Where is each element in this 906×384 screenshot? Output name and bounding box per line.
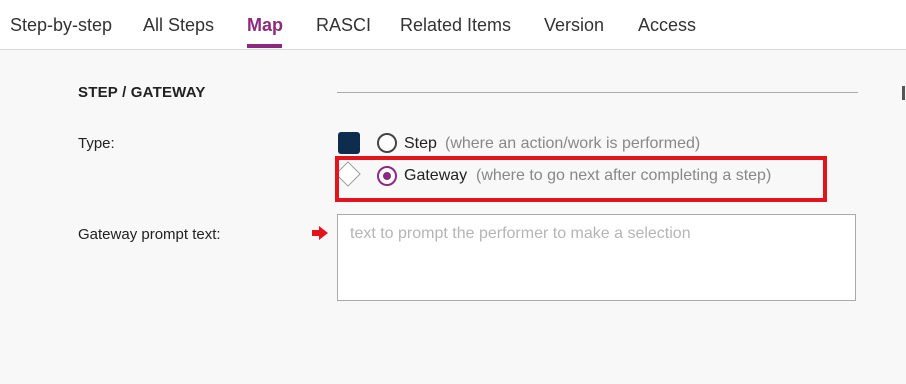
tab-map[interactable]: Map [247, 15, 283, 36]
step-option-hint: (where an action/work is performed) [445, 135, 701, 152]
tab-step-by-step[interactable]: Step-by-step [10, 15, 112, 36]
tab-version[interactable]: Version [544, 15, 604, 36]
step-option-label[interactable]: Step [404, 135, 437, 153]
section-divider [337, 92, 858, 93]
type-label: Type: [78, 135, 115, 152]
tab-access[interactable]: Access [638, 15, 696, 36]
panel-edge-marker [902, 86, 905, 100]
step-radio[interactable] [377, 133, 397, 153]
highlight-annotation-box [335, 156, 827, 202]
tab-rasci[interactable]: RASCI [316, 15, 371, 36]
arrow-right-icon [312, 226, 328, 240]
active-tab-indicator [247, 44, 282, 48]
section-title: STEP / GATEWAY [78, 84, 206, 101]
step-square-icon [338, 132, 360, 154]
gateway-prompt-label: Gateway prompt text: [78, 226, 221, 243]
tab-bar: Step-by-step All Steps Map RASCI Related… [0, 0, 906, 50]
tab-related-items[interactable]: Related Items [400, 15, 511, 36]
tab-all-steps[interactable]: All Steps [143, 15, 214, 36]
gateway-prompt-input[interactable] [337, 214, 856, 301]
